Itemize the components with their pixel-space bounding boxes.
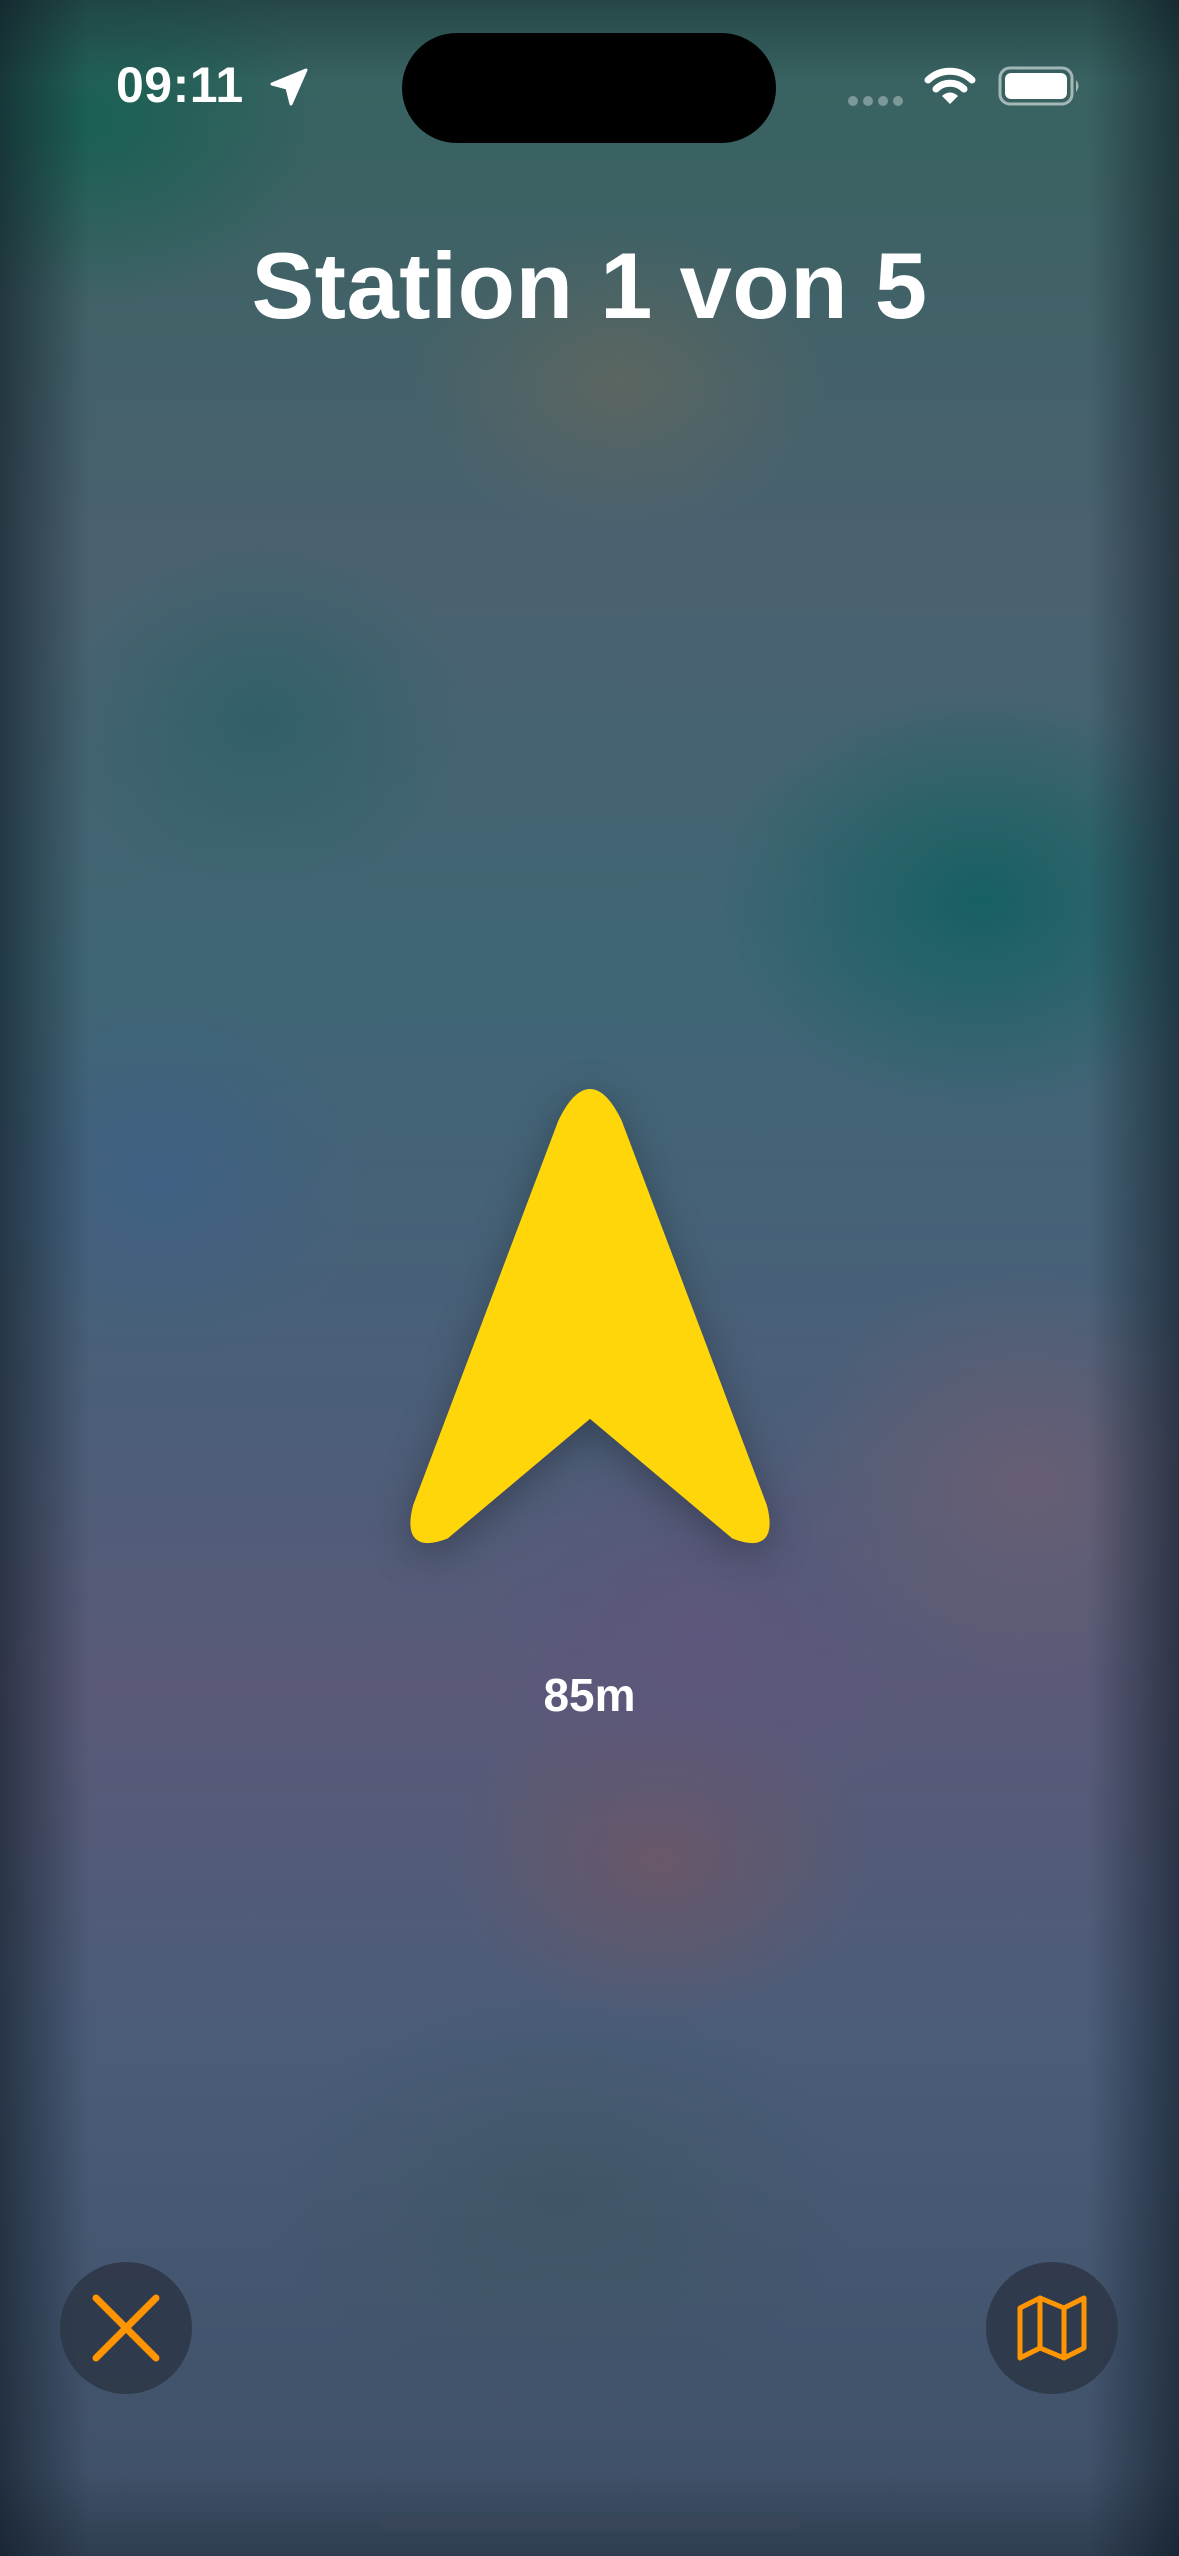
- wifi-icon: [924, 67, 976, 104]
- close-button[interactable]: [60, 2262, 192, 2394]
- station-title: Station 1 von 5: [251, 233, 928, 338]
- cellular-signal-icon: [848, 96, 903, 106]
- direction-arrow-icon: [410, 1089, 770, 1544]
- battery-icon: [998, 66, 1079, 106]
- location-arrow-icon: [270, 68, 308, 106]
- close-icon: [92, 2294, 160, 2362]
- dynamic-island: [402, 33, 776, 143]
- home-indicator[interactable]: [380, 2516, 800, 2530]
- distance-label: 85m: [543, 1669, 636, 1721]
- map-icon: [1017, 2295, 1087, 2361]
- status-time: 09:11: [116, 57, 244, 113]
- map-button[interactable]: [986, 2262, 1118, 2394]
- direction-arrow: [400, 1086, 780, 1556]
- status-bar: 09:11: [0, 0, 1179, 150]
- screen: 09:11 Station 1 von 5 85m: [0, 0, 1179, 2556]
